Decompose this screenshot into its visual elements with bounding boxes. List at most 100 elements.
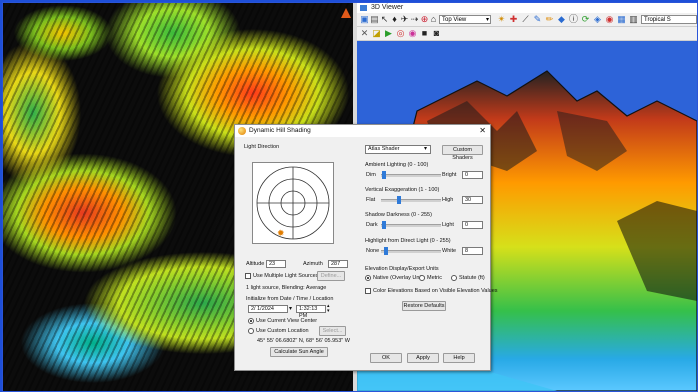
white-label: White [442, 248, 457, 254]
ok-button[interactable]: OK [370, 353, 402, 363]
pencil-icon[interactable]: ✏ [545, 15, 554, 24]
vertical-exaggeration-input[interactable]: 30 [462, 196, 483, 204]
ambient-value-input[interactable]: 0 [462, 171, 483, 179]
ambient-lighting-label: Ambient Lighting (0 - 100) [365, 162, 429, 168]
dialog-title: Dynamic Hill Shading [249, 127, 311, 134]
ambient-slider[interactable] [381, 171, 441, 179]
vertical-exaggeration-label: Vertical Exaggeration (1 - 100) [365, 187, 440, 193]
date-picker[interactable]: 2/ 1/2024 [248, 305, 288, 313]
highlight-slider[interactable] [381, 247, 441, 255]
video-camera-icon[interactable]: ■ [420, 29, 429, 38]
window-icon[interactable]: ▦ [617, 15, 626, 24]
azimuth-input[interactable]: 287 [328, 260, 348, 268]
viewer-toolbar-main: ▣ ▤ ↖ ♦ ✈ ⇢ ⊕ ⌂ Top View ✴ ✚ ⟋ ✎ ✏ ◆ ⓘ ⟳… [357, 13, 697, 27]
custom-location-label: Use Custom Location [256, 328, 309, 334]
layers-icon[interactable]: ◈ [593, 15, 602, 24]
none-label: None [366, 248, 380, 254]
viewer-title: 3D Viewer [371, 4, 404, 11]
dim-label: Dim [366, 172, 376, 178]
record-path-icon[interactable]: ◪ [372, 29, 381, 38]
dark-label: Dark [366, 222, 378, 228]
view-center-radio[interactable] [248, 318, 254, 324]
multiple-lights-checkbox[interactable] [245, 273, 251, 279]
light-direction-compass[interactable]: ✹ [252, 162, 334, 244]
play-icon[interactable]: ▶ [384, 29, 393, 38]
altitude-input[interactable]: 23 [266, 260, 286, 268]
color-elevations-checkbox[interactable] [365, 288, 371, 294]
home-icon[interactable]: ⌂ [429, 15, 438, 24]
crosshair-icon[interactable]: ✚ [509, 15, 518, 24]
units-metric-radio[interactable] [419, 275, 425, 281]
measure-icon[interactable]: ⟋ [521, 15, 530, 24]
view-center-label: Use Current View Center [256, 318, 318, 324]
azimuth-label: Azimuth [303, 261, 323, 267]
save-icon[interactable]: ▤ [370, 15, 379, 24]
light-direction-label: Light Direction [244, 144, 280, 150]
altitude-label: Altitude [246, 261, 265, 267]
shadow-darkness-thumb[interactable] [382, 221, 386, 229]
units-native-label: Native (Overlay Units [373, 275, 425, 281]
custom-shaders-button[interactable]: Custom Shaders [442, 145, 483, 161]
calculate-sun-angle-button[interactable]: Calculate Sun Angle [270, 347, 328, 357]
restore-defaults-button[interactable]: Restore Defaults [402, 301, 446, 311]
time-picker[interactable]: 1:32:13 PM [296, 305, 326, 319]
time-spinner-icon[interactable]: ▴ ▾ [327, 304, 330, 314]
apply-button[interactable]: Apply [407, 353, 439, 363]
close-icon[interactable]: ✕ [360, 29, 369, 38]
viewer-app-icon [360, 5, 367, 11]
init-datetime-label: Initialize from Date / Time / Location [246, 296, 334, 302]
vertical-exaggeration-slider[interactable] [381, 196, 441, 204]
shadow-darkness-input[interactable]: 0 [462, 221, 483, 229]
tool-icon[interactable]: ✎ [533, 15, 542, 24]
walk-icon[interactable]: ♦ [390, 15, 399, 24]
select-location-button[interactable]: Select... [319, 326, 346, 336]
globe-icon[interactable]: ◉ [605, 15, 614, 24]
units-statute-radio[interactable] [451, 275, 457, 281]
record-icon[interactable]: ◉ [408, 29, 417, 38]
ambient-slider-thumb[interactable] [382, 171, 386, 179]
units-statute-label: Statute (ft) [459, 275, 485, 281]
sync-icon[interactable]: ⟳ [581, 15, 590, 24]
pointer-icon[interactable]: ↖ [380, 15, 389, 24]
coordinates-text: 45° 55' 06.6802" N, 68° 56' 05.953" W [257, 338, 350, 344]
units-native-radio[interactable] [365, 275, 371, 281]
help-button[interactable]: Help [443, 353, 475, 363]
close-button[interactable]: ✕ [479, 125, 486, 137]
highlight-slider-track [381, 250, 441, 253]
shader-dropdown-icon[interactable]: ▾ [424, 145, 427, 152]
target-icon[interactable]: ⊕ [420, 15, 429, 24]
highlight-label: Highlight from Direct Light (0 - 255) [365, 238, 451, 244]
fly-icon[interactable]: ✈ [400, 15, 409, 24]
camera-icon[interactable]: ◙ [432, 29, 441, 38]
grid-icon[interactable]: ▥ [629, 15, 638, 24]
sun-icon[interactable]: ✴ [497, 15, 506, 24]
north-arrow-icon [341, 5, 351, 18]
palette-icon[interactable]: ◆ [557, 15, 566, 24]
vertical-exaggeration-thumb[interactable] [397, 196, 401, 204]
run-icon[interactable]: ⇢ [410, 15, 419, 24]
units-label: Elevation Display/Export Units [365, 266, 439, 272]
screen-frame: 3D Viewer ▣ ▤ ↖ ♦ ✈ ⇢ ⊕ ⌂ Top View ✴ ✚ ⟋… [2, 2, 698, 392]
sky-style-select[interactable]: Tropical S [641, 15, 697, 24]
color-elevations-label: Color Elevations Based on Visible Elevat… [373, 288, 498, 294]
shadow-darkness-slider[interactable] [381, 221, 441, 229]
viewer-toolbar-playback: ✕ ◪ ▶ ◎ ◉ ■ ◙ [357, 27, 697, 41]
vertical-exaggeration-track [381, 199, 441, 202]
calendar-dropdown-icon[interactable]: ▾ [289, 305, 292, 312]
sun-position-icon[interactable]: ✹ [277, 229, 285, 238]
custom-location-radio[interactable] [248, 328, 254, 334]
shadow-darkness-label: Shadow Darkness (0 - 255) [365, 212, 432, 218]
flat-label: Flat [366, 197, 376, 203]
define-button[interactable]: Define... [317, 271, 345, 281]
info-icon[interactable]: ⓘ [569, 15, 578, 24]
shader-select[interactable]: Atlas Shader [365, 145, 431, 154]
highlight-slider-thumb[interactable] [384, 247, 388, 255]
view-mode-select[interactable]: Top View [439, 15, 491, 25]
open-icon[interactable]: ▣ [360, 15, 369, 24]
shadow-darkness-track [381, 224, 441, 227]
multiple-lights-label: Use Multiple Light Sources [253, 273, 319, 279]
bright-label: Bright [442, 172, 457, 178]
dialog-titlebar: Dynamic Hill Shading ✕ [235, 125, 490, 137]
highlight-value-input[interactable]: 8 [462, 247, 483, 255]
stop-icon[interactable]: ◎ [396, 29, 405, 38]
